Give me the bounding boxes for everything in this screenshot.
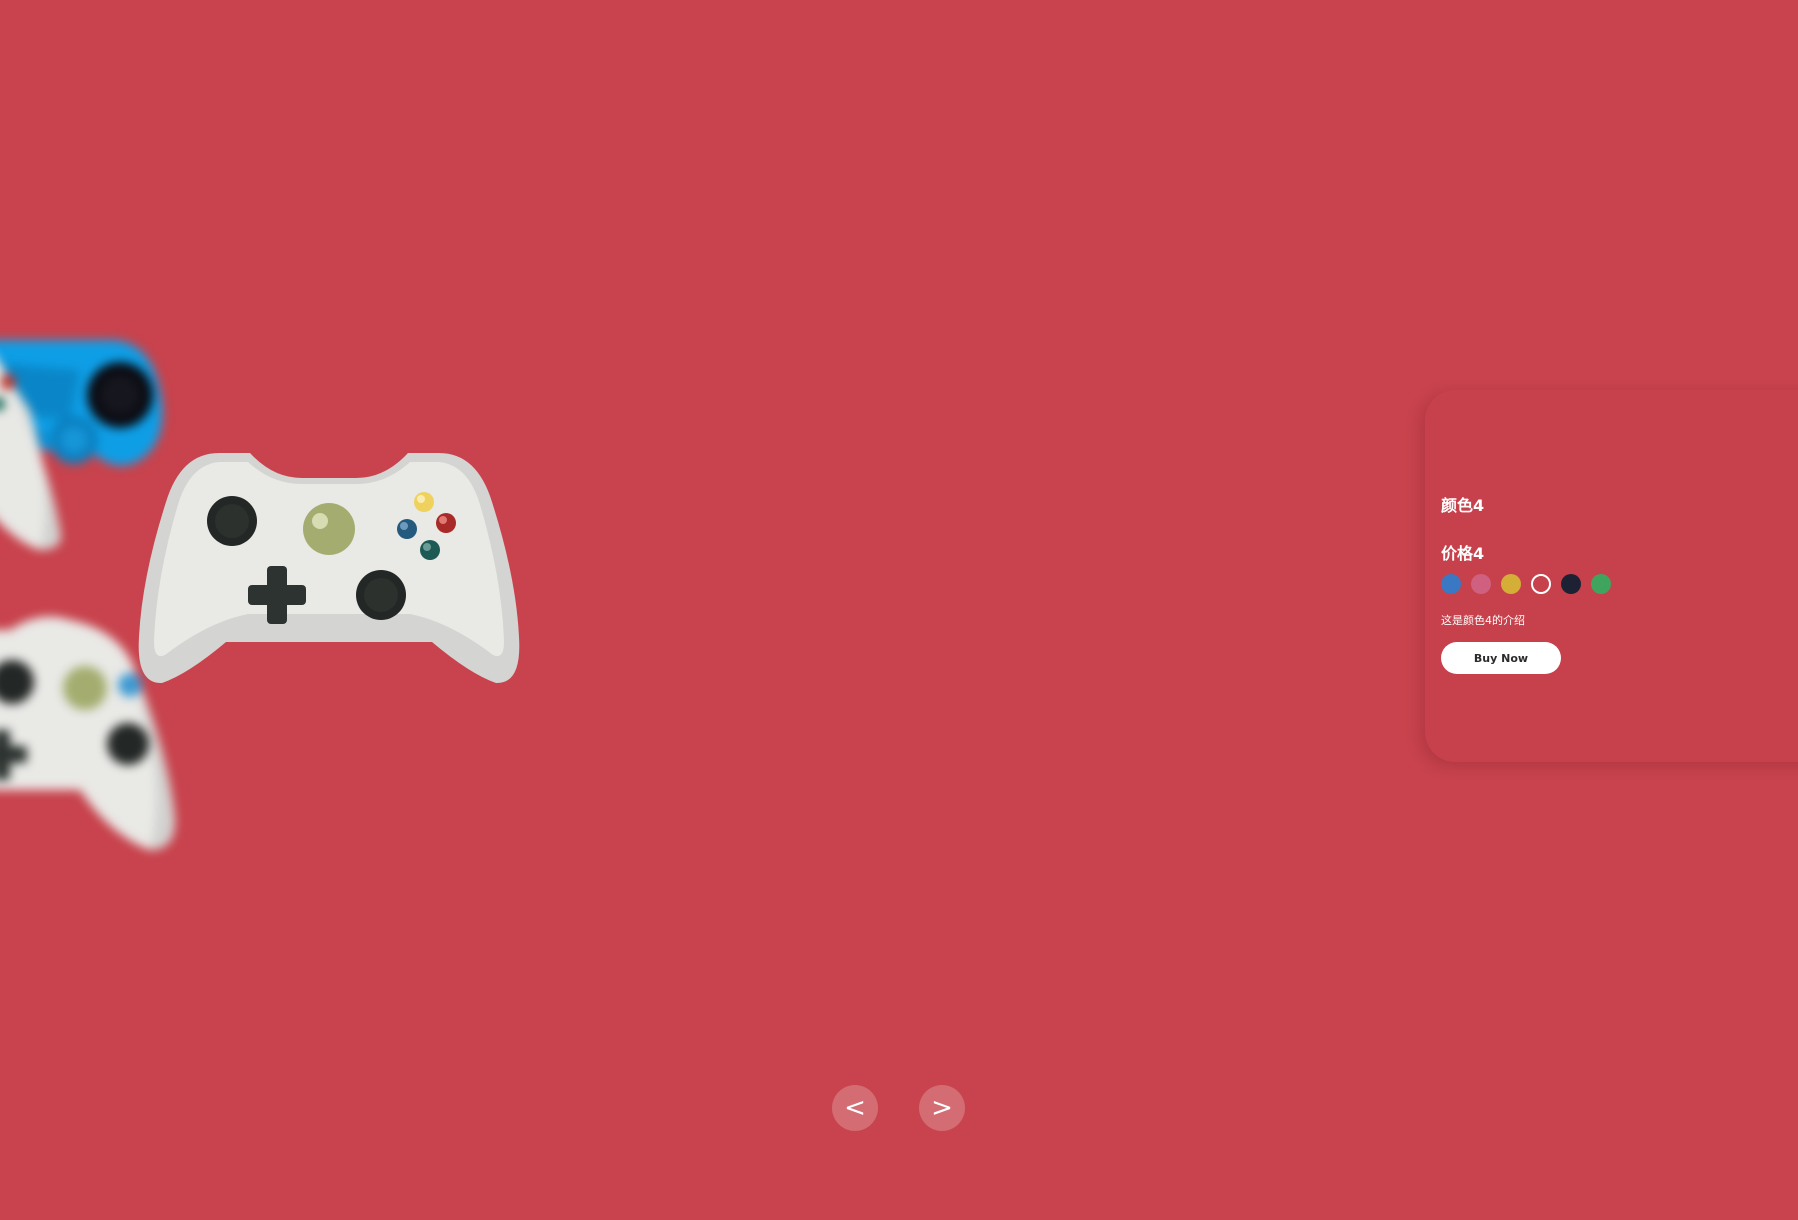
- color-swatch-pink[interactable]: [1471, 574, 1491, 594]
- color-swatch-navy[interactable]: [1561, 574, 1581, 594]
- product-description: 这是颜色4的介绍: [1441, 614, 1525, 627]
- white-gamepad-icon: [0, 300, 80, 560]
- color-swatch-green[interactable]: [1591, 574, 1611, 594]
- color-swatch-red[interactable]: [1531, 574, 1551, 594]
- color-swatch-yellow[interactable]: [1501, 574, 1521, 594]
- buy-now-button[interactable]: Buy Now: [1441, 642, 1561, 674]
- next-button[interactable]: >: [919, 1085, 965, 1131]
- prev-button[interactable]: <: [832, 1085, 878, 1131]
- product-stage: 颜色4 价格4 这是颜色4的介绍 Buy Now < >: [0, 0, 1798, 1220]
- product-price: 价格4: [1441, 544, 1485, 563]
- product-info-card: 颜色4 价格4 这是颜色4的介绍 Buy Now: [1425, 390, 1798, 762]
- product-title: 颜色4: [1441, 496, 1485, 515]
- white-gamepad-icon: [138, 452, 520, 718]
- color-swatch-blue[interactable]: [1441, 574, 1461, 594]
- color-swatches: [1441, 574, 1611, 594]
